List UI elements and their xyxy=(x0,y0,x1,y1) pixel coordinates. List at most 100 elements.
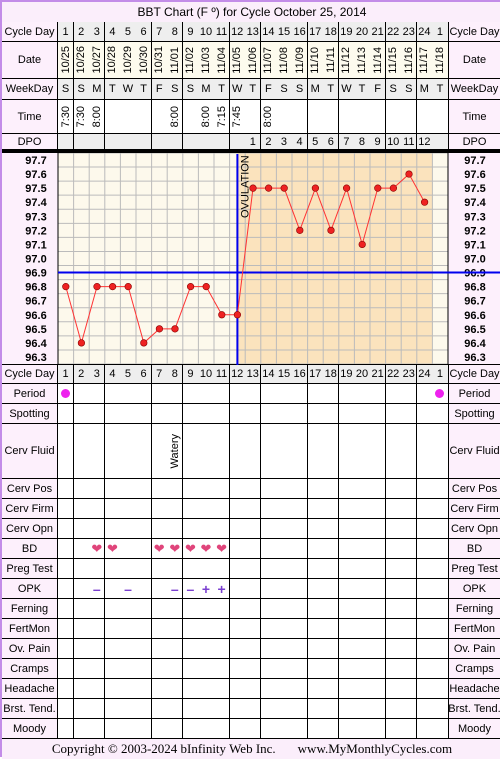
cerv-firm-cell[interactable] xyxy=(370,499,387,519)
cerv-fluid-cell[interactable] xyxy=(182,424,199,479)
ferning-cell[interactable] xyxy=(276,599,293,619)
cerv-opn-cell[interactable] xyxy=(73,519,90,539)
period-cell[interactable] xyxy=(370,384,387,404)
moody-cell[interactable] xyxy=(338,719,355,739)
headache-cell[interactable] xyxy=(401,679,418,699)
cerv-firm-cell[interactable] xyxy=(167,499,184,519)
cerv-firm-cell[interactable] xyxy=(89,499,106,519)
ov-pain-cell[interactable] xyxy=(151,639,168,659)
cerv-opn-cell[interactable] xyxy=(198,519,215,539)
spotting-cell[interactable] xyxy=(401,404,418,424)
brst-tend-cell[interactable] xyxy=(73,699,90,719)
opk-cell[interactable]: – xyxy=(182,579,199,599)
opk-cell[interactable]: + xyxy=(214,579,231,599)
spotting-cell[interactable] xyxy=(104,404,121,424)
opk-cell[interactable] xyxy=(385,579,402,599)
preg-test-cell[interactable] xyxy=(229,559,246,579)
cramps-cell[interactable] xyxy=(73,659,90,679)
cerv-firm-cell[interactable] xyxy=(307,499,324,519)
cerv-opn-cell[interactable] xyxy=(58,519,75,539)
ov-pain-cell[interactable] xyxy=(89,639,106,659)
moody-cell[interactable] xyxy=(432,719,449,739)
cerv-fluid-cell[interactable] xyxy=(276,424,293,479)
period-cell[interactable] xyxy=(167,384,184,404)
fertmon-cell[interactable] xyxy=(323,619,340,639)
bd-cell[interactable] xyxy=(136,539,153,559)
headache-cell[interactable] xyxy=(432,679,449,699)
cerv-pos-cell[interactable] xyxy=(58,479,75,499)
cramps-cell[interactable] xyxy=(58,659,75,679)
spotting-cell[interactable] xyxy=(182,404,199,424)
preg-test-cell[interactable] xyxy=(151,559,168,579)
cerv-pos-cell[interactable] xyxy=(354,479,371,499)
ferning-cell[interactable] xyxy=(385,599,402,619)
brst-tend-cell[interactable] xyxy=(58,699,75,719)
cerv-opn-cell[interactable] xyxy=(416,519,433,539)
period-cell[interactable] xyxy=(260,384,277,404)
cerv-opn-cell[interactable] xyxy=(260,519,277,539)
cerv-firm-cell[interactable] xyxy=(136,499,153,519)
brst-tend-cell[interactable] xyxy=(385,699,402,719)
preg-test-cell[interactable] xyxy=(214,559,231,579)
ferning-cell[interactable] xyxy=(136,599,153,619)
cerv-pos-cell[interactable] xyxy=(292,479,309,499)
opk-cell[interactable]: – xyxy=(167,579,184,599)
cramps-cell[interactable] xyxy=(432,659,449,679)
headache-cell[interactable] xyxy=(182,679,199,699)
ferning-cell[interactable] xyxy=(416,599,433,619)
cramps-cell[interactable] xyxy=(229,659,246,679)
ov-pain-cell[interactable] xyxy=(338,639,355,659)
preg-test-cell[interactable] xyxy=(276,559,293,579)
moody-cell[interactable] xyxy=(401,719,418,739)
period-cell[interactable] xyxy=(338,384,355,404)
period-cell[interactable] xyxy=(229,384,246,404)
preg-test-cell[interactable] xyxy=(73,559,90,579)
cramps-cell[interactable] xyxy=(338,659,355,679)
brst-tend-cell[interactable] xyxy=(229,699,246,719)
fertmon-cell[interactable] xyxy=(292,619,309,639)
opk-cell[interactable] xyxy=(432,579,449,599)
spotting-cell[interactable] xyxy=(229,404,246,424)
ov-pain-cell[interactable] xyxy=(182,639,199,659)
brst-tend-cell[interactable] xyxy=(260,699,277,719)
ov-pain-cell[interactable] xyxy=(260,639,277,659)
cramps-cell[interactable] xyxy=(182,659,199,679)
ferning-cell[interactable] xyxy=(104,599,121,619)
cerv-firm-cell[interactable] xyxy=(182,499,199,519)
preg-test-cell[interactable] xyxy=(58,559,75,579)
brst-tend-cell[interactable] xyxy=(245,699,262,719)
ferning-cell[interactable] xyxy=(432,599,449,619)
ferning-cell[interactable] xyxy=(292,599,309,619)
cerv-fluid-cell[interactable] xyxy=(292,424,309,479)
spotting-cell[interactable] xyxy=(58,404,75,424)
fertmon-cell[interactable] xyxy=(136,619,153,639)
period-cell[interactable] xyxy=(432,384,449,404)
cerv-firm-cell[interactable] xyxy=(432,499,449,519)
opk-cell[interactable] xyxy=(401,579,418,599)
headache-cell[interactable] xyxy=(198,679,215,699)
ov-pain-cell[interactable] xyxy=(292,639,309,659)
bd-cell[interactable] xyxy=(370,539,387,559)
cerv-fluid-cell[interactable] xyxy=(136,424,153,479)
cerv-opn-cell[interactable] xyxy=(354,519,371,539)
ferning-cell[interactable] xyxy=(323,599,340,619)
bd-cell[interactable] xyxy=(338,539,355,559)
brst-tend-cell[interactable] xyxy=(89,699,106,719)
cerv-opn-cell[interactable] xyxy=(214,519,231,539)
bd-cell[interactable]: ❤ xyxy=(167,539,184,559)
cerv-firm-cell[interactable] xyxy=(260,499,277,519)
fertmon-cell[interactable] xyxy=(167,619,184,639)
headache-cell[interactable] xyxy=(416,679,433,699)
opk-cell[interactable] xyxy=(245,579,262,599)
cerv-firm-cell[interactable] xyxy=(73,499,90,519)
preg-test-cell[interactable] xyxy=(104,559,121,579)
cerv-opn-cell[interactable] xyxy=(120,519,137,539)
period-cell[interactable] xyxy=(307,384,324,404)
period-cell[interactable] xyxy=(416,384,433,404)
spotting-cell[interactable] xyxy=(136,404,153,424)
bd-cell[interactable]: ❤ xyxy=(151,539,168,559)
fertmon-cell[interactable] xyxy=(89,619,106,639)
cerv-opn-cell[interactable] xyxy=(401,519,418,539)
cerv-opn-cell[interactable] xyxy=(370,519,387,539)
opk-cell[interactable] xyxy=(292,579,309,599)
